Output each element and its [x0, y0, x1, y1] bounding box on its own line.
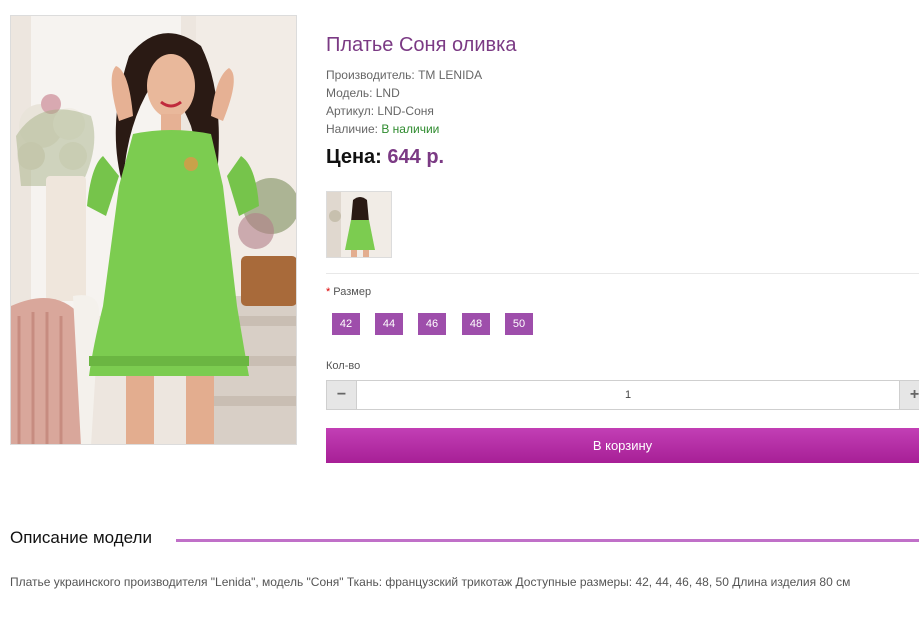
quantity-increase-button[interactable]: +	[899, 380, 919, 410]
price-label: Цена:	[326, 146, 382, 168]
product-main-image[interactable]	[10, 15, 297, 445]
size-option-42[interactable]: 42	[332, 313, 360, 335]
quantity-stepper: − +	[326, 380, 919, 410]
availability-label: Наличие:	[326, 122, 382, 136]
dress-photo-illustration	[11, 16, 296, 444]
quantity-label: Кол-во	[326, 360, 361, 372]
required-mark: *	[326, 286, 331, 298]
product-thumbnail[interactable]	[326, 191, 392, 258]
quantity-input[interactable]	[357, 380, 899, 410]
size-label: * Размер	[326, 286, 371, 298]
article-line: Артикул: LND-Соня	[326, 104, 434, 118]
description-heading: Описание модели	[10, 528, 160, 548]
divider	[326, 273, 919, 274]
thumbnail-back-view-icon	[327, 192, 391, 257]
quantity-decrease-button[interactable]: −	[326, 380, 357, 410]
price-value: 644 р.	[387, 146, 445, 168]
price-row: Цена: 644 р.	[326, 146, 444, 169]
model-line: Модель: LND	[326, 86, 400, 100]
size-option-50[interactable]: 50	[505, 313, 533, 335]
size-option-44[interactable]: 44	[375, 313, 403, 335]
size-label-text: Размер	[333, 286, 372, 298]
product-title: Платье Соня оливка	[326, 34, 517, 56]
description-heading-underline	[176, 539, 919, 542]
size-option-46[interactable]: 46	[418, 313, 446, 335]
size-option-48[interactable]: 48	[462, 313, 490, 335]
availability-status: В наличии	[381, 122, 440, 136]
manufacturer-line: Производитель: ТМ LENIDA	[326, 68, 483, 82]
description-text: Платье украинского производителя "Lenida…	[10, 575, 851, 589]
add-to-cart-button[interactable]: В корзину	[326, 428, 919, 463]
availability-line: Наличие: В наличии	[326, 122, 439, 136]
